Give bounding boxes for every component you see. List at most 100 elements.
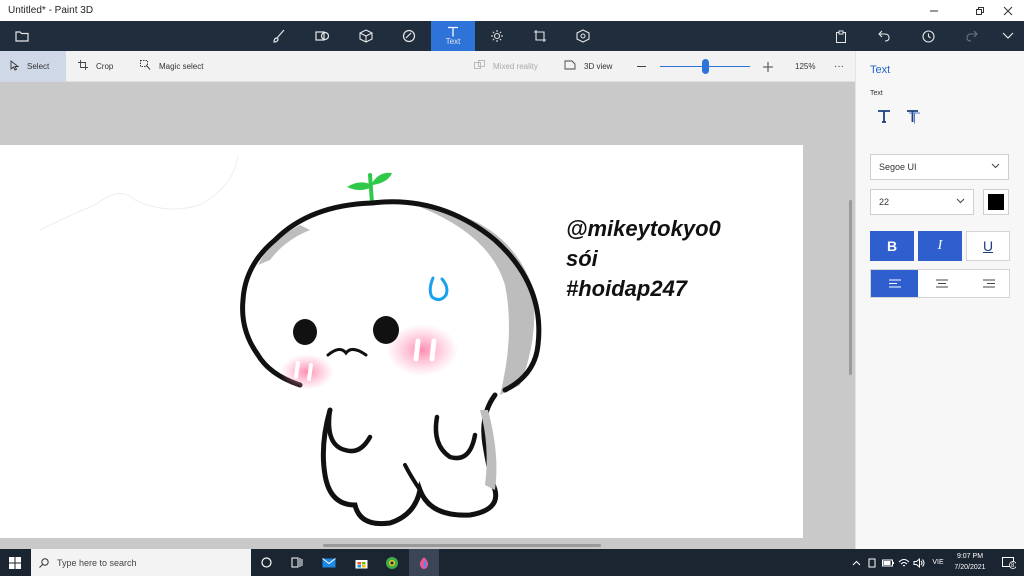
paint3d-app[interactable] xyxy=(409,549,439,576)
alignment-group xyxy=(870,269,1010,298)
vertical-scrollbar[interactable] xyxy=(849,200,852,375)
text-color-fill xyxy=(988,194,1004,210)
paint3d-icon xyxy=(419,556,429,569)
volume-indicator[interactable] xyxy=(911,549,927,576)
magic-select-icon xyxy=(140,60,151,73)
effects-tool[interactable] xyxy=(475,21,519,51)
more-options-button[interactable]: ··· xyxy=(834,51,844,82)
paste-button[interactable] xyxy=(819,21,863,51)
2d-text-icon xyxy=(878,110,890,123)
clock-time[interactable]: 9:07 PM xyxy=(948,553,992,560)
mixed-reality-icon xyxy=(474,60,485,73)
undo-icon xyxy=(878,30,890,42)
shapes-2d-icon xyxy=(315,31,329,41)
cursor-icon xyxy=(10,59,20,74)
menu-button[interactable] xyxy=(0,21,44,51)
undo-button[interactable] xyxy=(862,21,906,51)
main-toolbar: Text xyxy=(0,21,1024,51)
zoom-in-button[interactable] xyxy=(763,51,773,82)
bold-button[interactable]: B xyxy=(870,231,914,261)
wifi-indicator[interactable] xyxy=(896,549,912,576)
horizontal-scrollbar[interactable] xyxy=(323,544,601,547)
sticker-icon xyxy=(402,29,416,43)
3d-view-button[interactable]: 3D view xyxy=(564,51,612,82)
font-size-dropdown[interactable]: 22 xyxy=(870,189,974,215)
italic-button[interactable]: I xyxy=(918,231,962,261)
notification-center[interactable]: 8 xyxy=(994,549,1024,576)
zoom-slider-thumb[interactable] xyxy=(701,59,709,74)
search-placeholder: Type here to search xyxy=(57,557,137,568)
brushes-tool[interactable] xyxy=(257,21,301,51)
folder-icon xyxy=(15,31,29,42)
chevron-down-icon xyxy=(956,196,965,206)
panel-title: Text xyxy=(870,64,891,76)
mixed-reality-button[interactable]: Mixed reality xyxy=(474,51,538,82)
3d-shapes-tool[interactable] xyxy=(344,21,388,51)
sun-icon xyxy=(491,30,503,42)
crop-label: Crop xyxy=(96,62,114,71)
history-icon xyxy=(921,29,935,43)
show-hidden-icons[interactable] xyxy=(846,549,866,576)
3d-text-icon xyxy=(907,110,920,124)
mail-app[interactable] xyxy=(314,549,344,576)
stickers-tool[interactable] xyxy=(387,21,431,51)
store-app[interactable] xyxy=(346,549,376,576)
crop-icon xyxy=(78,60,88,73)
notification-count: 8 xyxy=(1011,563,1015,569)
panel-section-label: Text xyxy=(870,90,883,97)
windows-logo-icon xyxy=(9,556,21,569)
start-button[interactable] xyxy=(0,549,30,576)
chevron-up-icon xyxy=(852,560,860,565)
canvas-text-line: sói xyxy=(566,246,598,271)
cortana-button[interactable] xyxy=(251,549,281,576)
3d-library-icon xyxy=(576,29,590,43)
task-view-icon xyxy=(291,557,303,568)
underline-button[interactable]: U xyxy=(966,231,1010,261)
align-center-button[interactable] xyxy=(918,270,965,297)
canvas-crop-icon xyxy=(534,30,546,42)
align-right-button[interactable] xyxy=(965,270,1012,297)
zoom-out-button[interactable] xyxy=(637,51,646,82)
task-view-button[interactable] xyxy=(282,549,312,576)
align-left-icon xyxy=(888,279,901,288)
2d-shapes-tool[interactable] xyxy=(300,21,344,51)
mixed-reality-label: Mixed reality xyxy=(493,62,538,71)
align-left-button[interactable] xyxy=(871,270,918,297)
text-tool[interactable]: Text xyxy=(431,21,475,51)
close-button[interactable] xyxy=(990,0,1024,21)
wifi-icon xyxy=(898,558,910,566)
clock-date[interactable]: 7/20/2021 xyxy=(948,564,992,571)
store-bag-icon xyxy=(355,559,367,568)
search-icon xyxy=(39,557,49,568)
language-indicator[interactable]: VIE xyxy=(928,559,948,566)
2d-text-button[interactable] xyxy=(872,104,896,128)
battery-icon xyxy=(882,559,894,566)
magic-select-label: Magic select xyxy=(159,62,204,71)
canvas-tool[interactable] xyxy=(518,21,562,51)
3d-text-button[interactable] xyxy=(901,104,925,128)
character-illustration xyxy=(39,154,542,527)
tray-app-1[interactable] xyxy=(864,549,880,576)
minimize-button[interactable] xyxy=(916,0,952,21)
history-button[interactable] xyxy=(906,21,950,51)
select-label: Select xyxy=(27,62,50,71)
zoom-level: 125% xyxy=(795,62,816,71)
font-dropdown[interactable]: Segoe UI xyxy=(870,154,1009,180)
canvas-text-box[interactable]: @mikeytokyo0 sói #hoidap247 xyxy=(566,214,721,304)
3d-library-tool[interactable] xyxy=(561,21,605,51)
restore-icon xyxy=(976,6,984,15)
magic-select-button[interactable]: Magic select xyxy=(140,51,203,82)
battery-indicator[interactable] xyxy=(880,549,896,576)
expand-button[interactable] xyxy=(986,21,1024,51)
select-button[interactable]: Select xyxy=(0,51,66,82)
canvas-text-line: #hoidap247 xyxy=(566,276,688,301)
font-name: Segoe UI xyxy=(879,162,917,172)
chevron-down-icon xyxy=(1002,32,1014,39)
drawing-canvas[interactable] xyxy=(0,145,803,538)
align-center-icon xyxy=(935,279,948,288)
text-color-swatch[interactable] xyxy=(983,189,1009,215)
crop-button[interactable]: Crop xyxy=(78,51,113,82)
close-icon xyxy=(1003,6,1013,15)
taskbar-search[interactable]: Type here to search xyxy=(31,549,251,576)
browser-app[interactable] xyxy=(377,549,407,576)
